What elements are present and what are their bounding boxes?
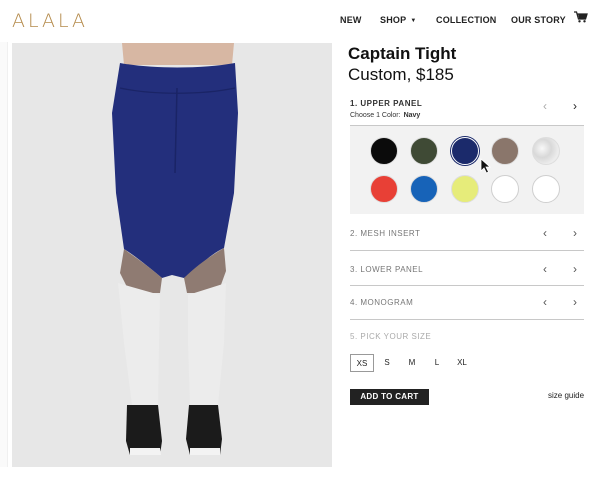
section-mesh-insert[interactable]: 2. MESH INSERT ‹ › (350, 226, 584, 240)
size-s[interactable]: S (375, 354, 399, 372)
divider (350, 319, 584, 320)
mesh-arrows: ‹ › (540, 226, 580, 240)
mouse-cursor-icon (480, 158, 492, 174)
section-pick-size: 5. PICK YOUR SIZE (350, 332, 584, 341)
product-page: ALALA NEW SHOP ▼ COLLECTION OUR STORY Ca… (0, 0, 600, 485)
main-nav: NEW SHOP ▼ COLLECTION OUR STORY (340, 15, 573, 25)
selected-color-value: Navy (403, 112, 421, 119)
chevron-left-icon[interactable]: ‹ (540, 99, 550, 113)
chevron-right-icon[interactable]: › (570, 99, 580, 113)
swatch-taupe[interactable] (491, 137, 519, 165)
chevron-left-icon[interactable]: ‹ (540, 295, 550, 309)
size-m[interactable]: M (400, 354, 424, 372)
divider (350, 250, 584, 251)
size-options: XS S M L XL (350, 354, 475, 372)
swatch-blue[interactable] (410, 175, 438, 203)
cart-icon[interactable] (574, 11, 588, 23)
swatch-marble[interactable] (532, 137, 560, 165)
product-photo (12, 43, 332, 467)
chevron-down-icon: ▼ (410, 18, 417, 24)
size-xs[interactable]: XS (350, 354, 374, 372)
nav-shop-label: SHOP (380, 15, 407, 25)
chevron-right-icon[interactable]: › (570, 262, 580, 276)
section-monogram[interactable]: 4. MONOGRAM ‹ › (350, 295, 584, 309)
leggings-illustration (12, 43, 332, 467)
monogram-arrows: ‹ › (540, 295, 580, 309)
nav-new[interactable]: NEW (340, 15, 380, 25)
lower-arrows: ‹ › (540, 262, 580, 276)
nav-our-story[interactable]: OUR STORY (511, 15, 573, 25)
swatch-white-2[interactable] (532, 175, 560, 203)
size-guide-link[interactable]: size guide (548, 391, 584, 400)
divider (350, 285, 584, 286)
size-xl[interactable]: XL (450, 354, 474, 372)
brand-logo[interactable]: ALALA (12, 10, 88, 32)
pick-size-label: 5. PICK YOUR SIZE (350, 332, 432, 341)
swatch-white[interactable] (491, 175, 519, 203)
color-swatch-grid (350, 126, 584, 214)
swatch-lime[interactable] (451, 175, 479, 203)
add-to-cart-button[interactable]: ADD TO CART (350, 389, 429, 405)
choose-color-label: Choose 1 Color: (350, 112, 401, 119)
size-l[interactable]: L (425, 354, 449, 372)
left-margin-strip (0, 42, 8, 467)
swatch-navy[interactable] (451, 137, 479, 165)
upper-panel-arrows: ‹ › (540, 99, 580, 113)
product-subtitle: Custom, $185 (348, 65, 454, 84)
product-title: Captain Tight (348, 44, 457, 63)
swatch-black[interactable] (370, 137, 398, 165)
nav-shop[interactable]: SHOP ▼ (380, 15, 436, 25)
nav-collection[interactable]: COLLECTION (436, 15, 511, 25)
chevron-right-icon[interactable]: › (570, 295, 580, 309)
chevron-left-icon[interactable]: ‹ (540, 226, 550, 240)
choose-color-text: Choose 1 Color: Navy (350, 112, 584, 119)
chevron-right-icon[interactable]: › (570, 226, 580, 240)
swatch-olive[interactable] (410, 137, 438, 165)
swatch-red[interactable] (370, 175, 398, 203)
section-upper-panel[interactable]: 1. UPPER PANEL Choose 1 Color: Navy ‹ › (350, 99, 584, 119)
chevron-left-icon[interactable]: ‹ (540, 262, 550, 276)
section-lower-panel[interactable]: 3. LOWER PANEL ‹ › (350, 262, 584, 276)
